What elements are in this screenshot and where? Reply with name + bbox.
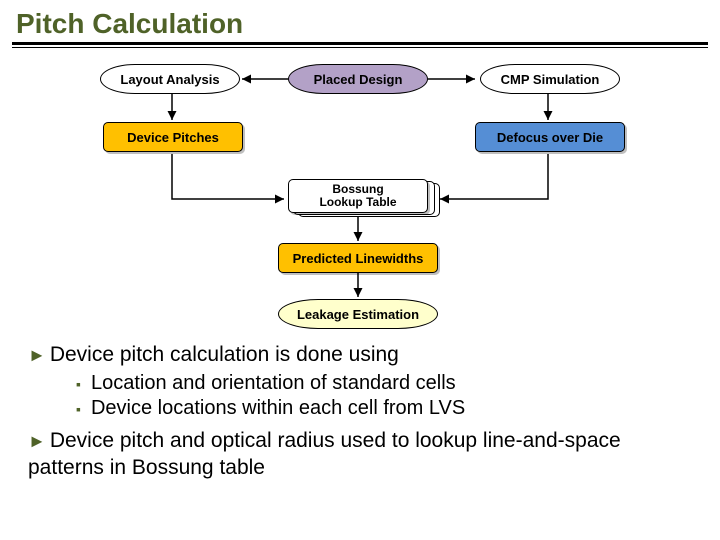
bullet-area: ►Device pitch calculation is done using … bbox=[0, 334, 720, 482]
node-device-pitches: Device Pitches bbox=[103, 122, 243, 152]
bossung-line2: Lookup Table bbox=[319, 196, 396, 209]
bullet-1a: Location and orientation of standard cel… bbox=[76, 371, 696, 397]
node-bossung-lookup-stack: Bossung Lookup Table bbox=[288, 179, 438, 219]
bullet-2-text: Device pitch and optical radius used to … bbox=[28, 429, 621, 479]
node-cmp-simulation: CMP Simulation bbox=[480, 64, 620, 94]
bullet-1b: Device locations within each cell from L… bbox=[76, 396, 696, 422]
flow-diagram: Layout Analysis Placed Design CMP Simula… bbox=[20, 54, 700, 334]
node-placed-design: Placed Design bbox=[288, 64, 428, 94]
node-defocus-over-die: Defocus over Die bbox=[475, 122, 625, 152]
node-layout-analysis: Layout Analysis bbox=[100, 64, 240, 94]
triangle-bullet-icon: ► bbox=[28, 431, 46, 451]
title-underline bbox=[12, 42, 708, 48]
node-leakage-estimation: Leakage Estimation bbox=[278, 299, 438, 329]
bullet-1-text: Device pitch calculation is done using bbox=[50, 343, 399, 366]
triangle-bullet-icon: ► bbox=[28, 345, 46, 365]
bullet-2: ►Device pitch and optical radius used to… bbox=[28, 428, 696, 482]
page-title: Pitch Calculation bbox=[0, 0, 720, 42]
bullet-1: ►Device pitch calculation is done using bbox=[28, 342, 696, 369]
node-predicted-linewidths: Predicted Linewidths bbox=[278, 243, 438, 273]
